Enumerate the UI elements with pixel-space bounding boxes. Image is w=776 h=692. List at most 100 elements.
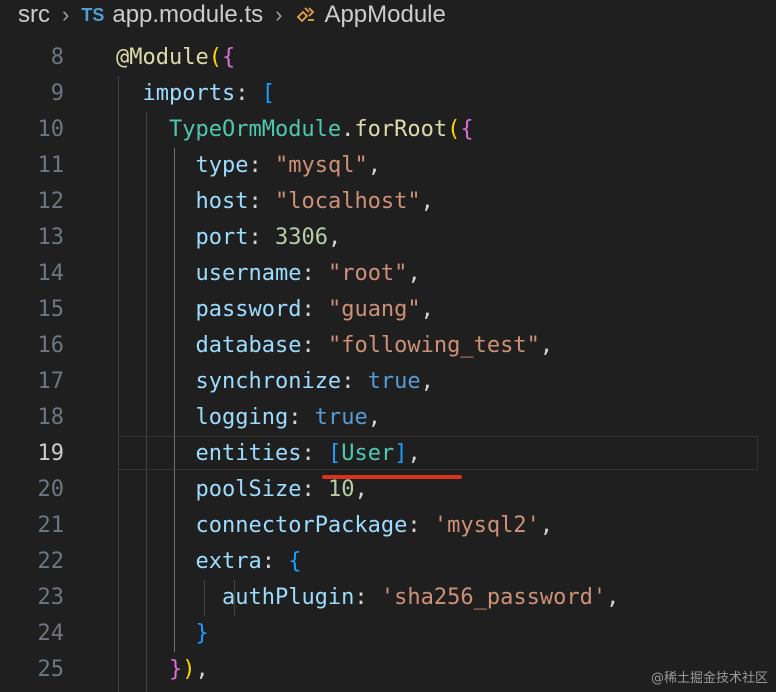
code-token: ,	[606, 585, 620, 610]
code-line[interactable]: 10 TypeOrmModule.forRoot({	[0, 112, 776, 148]
code-token: [	[327, 441, 342, 466]
code-line[interactable]: 24 }	[0, 616, 776, 652]
code-text[interactable]: entities: [User],	[116, 436, 421, 472]
code-text[interactable]: authPlugin: 'sha256_password',	[116, 580, 619, 616]
code-token: ,	[367, 405, 381, 430]
code-token: ,	[354, 477, 368, 502]
code-text[interactable]: imports: [	[116, 76, 275, 112]
code-token: ,	[407, 261, 421, 286]
code-token: connectorPackage	[195, 513, 408, 538]
code-token: TypeOrmModule	[168, 117, 342, 142]
line-number: 11	[37, 153, 65, 178]
code-editor[interactable]: 8 @Module({9 imports: [10 TypeOrmModule.f…	[0, 40, 776, 692]
code-token: ,	[539, 333, 554, 358]
code-token: ]	[394, 441, 408, 466]
breadcrumb-symbol[interactable]: AppModule	[324, 1, 445, 29]
line-number: 8	[50, 45, 64, 70]
code-line[interactable]: 14 username: "root",	[0, 256, 776, 292]
line-number: 20	[37, 477, 65, 502]
code-line[interactable]: 23 authPlugin: 'sha256_password',	[0, 580, 776, 616]
code-token: true	[367, 369, 421, 394]
chevron-right-icon: ›	[62, 2, 70, 27]
code-text[interactable]: password: "guang",	[116, 292, 434, 328]
code-token: :	[301, 261, 328, 286]
code-token: User	[341, 441, 395, 466]
chevron-right-icon: ›	[275, 2, 283, 27]
line-number: 12	[37, 189, 65, 214]
code-token: :	[248, 189, 275, 214]
line-number: 21	[37, 513, 65, 538]
code-text[interactable]: database: "following_test",	[116, 328, 553, 364]
code-text[interactable]: connectorPackage: 'mysql2',	[116, 508, 553, 544]
code-token: poolSize	[195, 477, 302, 502]
code-token: :	[248, 225, 275, 250]
code-token: ,	[327, 225, 342, 250]
code-line[interactable]: 15 password: "guang",	[0, 292, 776, 328]
code-token: [	[261, 81, 275, 106]
code-token: 'mysql2'	[433, 513, 540, 538]
code-text[interactable]: synchronize: true,	[116, 364, 434, 400]
code-token: ,	[367, 153, 381, 178]
code-line[interactable]: 18 logging: true,	[0, 400, 776, 436]
code-token: @Module	[116, 45, 209, 70]
breadcrumb-folder[interactable]: src	[18, 1, 50, 29]
code-token: ,	[420, 369, 434, 394]
code-line[interactable]: 11 type: "mysql",	[0, 148, 776, 184]
code-line[interactable]: 9 imports: [	[0, 76, 776, 112]
code-text[interactable]: TypeOrmModule.forRoot({	[116, 112, 474, 148]
code-token: imports	[142, 81, 236, 106]
code-token: 3306	[274, 225, 328, 250]
code-text[interactable]: }	[116, 616, 208, 652]
code-text[interactable]: @Module({	[116, 40, 235, 76]
code-line[interactable]: 12 host: "localhost",	[0, 184, 776, 220]
code-token: "localhost"	[274, 189, 421, 214]
code-token: (	[208, 45, 222, 70]
code-text[interactable]: port: 3306,	[116, 220, 341, 256]
code-token: ,	[420, 189, 434, 214]
code-token: type	[195, 153, 249, 178]
code-text[interactable]: type: "mysql",	[116, 148, 381, 184]
code-text[interactable]: username: "root",	[116, 256, 421, 292]
code-token: (	[447, 117, 461, 142]
code-token: synchronize	[195, 369, 342, 394]
breadcrumb: src › TS app.module.ts › AppModule	[0, 0, 776, 30]
code-token: :	[354, 585, 381, 610]
line-number: 23	[37, 585, 65, 610]
code-line[interactable]: 21 connectorPackage: 'mysql2',	[0, 508, 776, 544]
code-token: :	[341, 369, 368, 394]
code-token: :	[301, 441, 328, 466]
typescript-file-icon: TS	[81, 4, 105, 25]
code-token: ,	[407, 441, 421, 466]
code-line[interactable]: 19 entities: [User],	[0, 436, 776, 472]
code-token: "mysql"	[274, 153, 368, 178]
code-text[interactable]: }),	[116, 652, 209, 688]
code-line[interactable]: 17 synchronize: true,	[0, 364, 776, 400]
code-token: 'sha256_password'	[380, 585, 607, 610]
code-line[interactable]: 22 extra: {	[0, 544, 776, 580]
breadcrumb-file[interactable]: app.module.ts	[112, 1, 263, 29]
code-token: ,	[420, 297, 434, 322]
code-line[interactable]: 16 database: "following_test",	[0, 328, 776, 364]
line-number: 19	[37, 441, 65, 466]
code-text[interactable]: host: "localhost",	[116, 184, 434, 220]
code-token: forRoot	[354, 117, 448, 142]
code-token: {	[288, 549, 302, 574]
code-token: "following_test"	[327, 333, 540, 358]
code-line[interactable]: 8 @Module({	[0, 40, 776, 76]
line-number: 13	[37, 225, 65, 250]
code-text[interactable]: logging: true,	[116, 400, 381, 436]
code-text[interactable]: extra: {	[116, 544, 301, 580]
code-token: password	[195, 297, 302, 322]
code-line[interactable]: 13 port: 3306,	[0, 220, 776, 256]
line-number: 17	[37, 369, 65, 394]
